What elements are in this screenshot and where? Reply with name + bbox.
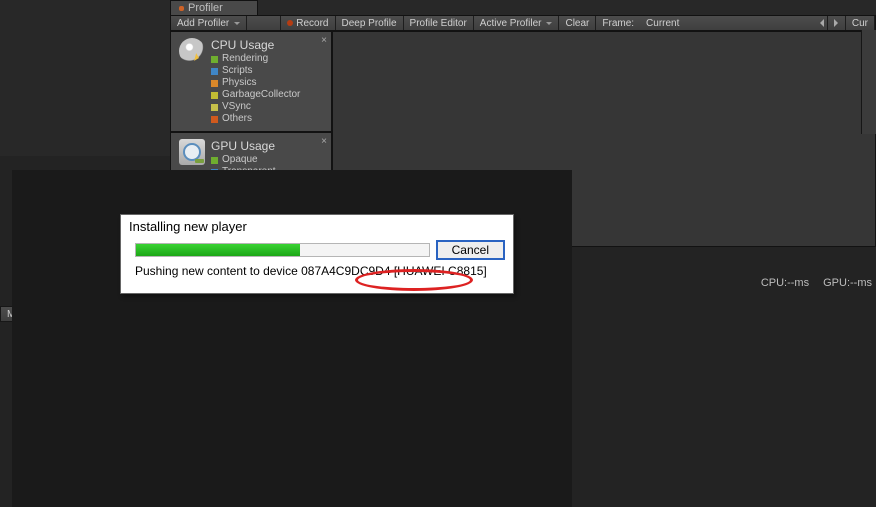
timing-status: CPU:--ms GPU:--ms [761,277,872,289]
legend-label: Opaque [222,154,258,166]
legend-item[interactable]: VSync [211,101,300,113]
legend-swatch [211,56,218,63]
gpu-time: GPU:--ms [823,277,872,289]
legend-item[interactable]: GarbageCollector [211,89,300,101]
cpu-usage-panel[interactable]: × CPU Usage Rendering Scripts Physics Ga… [170,31,332,132]
dialog-title: Installing new player [121,215,513,236]
install-player-dialog: Installing new player Cancel Pushing new… [120,214,514,294]
chevron-left-icon [816,19,824,27]
frame-section: Frame: Current [596,16,685,30]
legend-item[interactable]: Physics [211,77,300,89]
close-icon[interactable]: × [321,35,327,46]
toolbar-spacer-1 [247,16,281,30]
legend-item[interactable]: Rendering [211,53,300,65]
frame-next-button[interactable] [828,16,846,30]
cpu-time: CPU:--ms [761,277,809,289]
legend-label: GarbageCollector [222,89,300,101]
legend-item[interactable]: Others [211,113,300,125]
legend-label: VSync [222,101,251,113]
profiler-tab-bullet [179,6,184,11]
active-profiler-dropdown[interactable]: Active Profiler [474,16,560,30]
add-profiler-dropdown[interactable]: Add Profiler [171,16,247,30]
vertical-scrollbar[interactable] [861,30,876,134]
cpu-legend: Rendering Scripts Physics GarbageCollect… [211,53,300,125]
profiler-window: Profiler Add Profiler Record Deep Profil… [0,0,876,507]
legend-swatch [211,68,218,75]
frame-prev-button[interactable] [810,16,828,30]
deep-profile-button[interactable]: Deep Profile [336,16,404,30]
tab-label: Profiler [188,2,223,14]
cpu-usage-title: CPU Usage [211,38,300,52]
legend-label: Scripts [222,65,253,77]
legend-item[interactable]: Scripts [211,65,300,77]
record-icon [287,20,293,26]
active-profiler-label: Active Profiler [480,18,542,29]
legend-swatch [211,92,218,99]
legend-label: Others [222,113,252,125]
close-icon[interactable]: × [321,136,327,147]
progress-fill [136,244,300,256]
profile-editor-button[interactable]: Profile Editor [404,16,474,30]
chevron-right-icon [834,19,842,27]
legend-label: Rendering [222,53,268,65]
frame-value: Current [646,18,679,29]
dialog-status-text: Pushing new content to device 087A4C9DC9… [121,260,513,278]
legend-swatch [211,104,218,111]
add-profiler-label: Add Profiler [177,18,229,29]
legend-item[interactable]: Opaque [211,154,293,166]
frame-label: Frame: [602,18,634,29]
profiler-toolbar: Add Profiler Record Deep Profile Profile… [170,15,876,31]
legend-swatch [211,157,218,164]
install-progress-bar [135,243,430,257]
record-button[interactable]: Record [281,16,335,30]
current-button[interactable]: Cur [846,16,875,30]
legend-swatch [211,116,218,123]
record-label: Record [296,18,328,29]
legend-label: Physics [222,77,256,89]
cancel-button[interactable]: Cancel [436,240,505,260]
gpu-usage-icon [179,139,205,165]
legend-swatch [211,80,218,87]
gpu-usage-title: GPU Usage [211,139,293,153]
tab-profiler[interactable]: Profiler [170,0,258,15]
clear-button[interactable]: Clear [559,16,596,30]
cpu-usage-icon [179,38,205,64]
